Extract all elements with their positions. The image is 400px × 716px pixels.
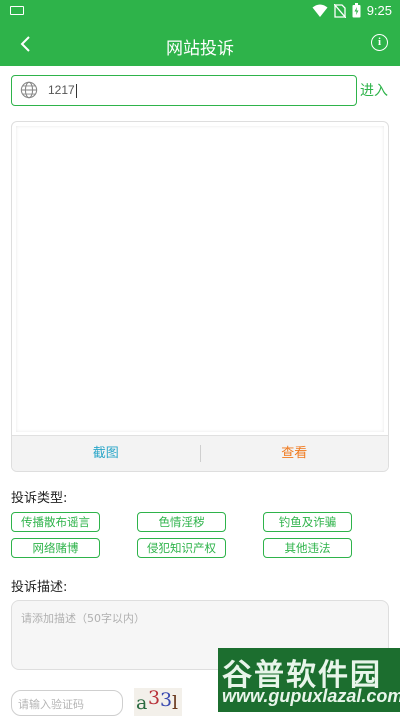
complaint-type-label: 投诉类型: [11, 491, 68, 506]
captcha-char: 3 [148, 688, 161, 709]
battery-icon [352, 3, 361, 18]
type-chip-other[interactable]: 其他违法 [263, 538, 352, 558]
preview-actions: 截图 查看 [12, 435, 388, 471]
type-chip-porn[interactable]: 色情淫秽 [137, 512, 226, 532]
url-value: 1217 [48, 83, 75, 97]
status-icons: 9:25 [312, 3, 392, 18]
complaint-desc-label: 投诉描述: [11, 580, 68, 595]
enter-button[interactable]: 进入 [360, 80, 388, 100]
captcha-input[interactable]: 请输入验证码 [11, 690, 123, 716]
site-watermark: 谷普软件园 www.gupuxlazal.com [218, 648, 400, 712]
watermark-url: www.gupuxlazal.com [222, 686, 400, 706]
text-caret [75, 83, 77, 98]
wifi-icon [312, 4, 328, 17]
view-button[interactable]: 查看 [201, 436, 389, 471]
captcha-placeholder: 请输入验证码 [18, 698, 84, 711]
type-chip-ip-infringement[interactable]: 侵犯知识产权 [137, 538, 226, 558]
keyboard-icon [10, 6, 24, 15]
captcha-char: 3 [160, 689, 173, 711]
page-title: 网站投诉 [166, 39, 234, 59]
status-bar: 9:25 [0, 0, 400, 24]
type-chip-phishing[interactable]: 钓鱼及诈骗 [263, 512, 352, 532]
url-input[interactable]: 1217 [11, 75, 357, 106]
description-placeholder: 请添加描述（50字以内） [21, 612, 145, 625]
info-icon[interactable]: i [371, 34, 388, 51]
app-bar: 网站投诉 i [0, 24, 400, 66]
type-chip-gambling[interactable]: 网络赌博 [11, 538, 100, 558]
url-value-wrap: 1217 [48, 76, 77, 104]
preview-panel: 截图 查看 [11, 121, 389, 472]
globe-icon [20, 81, 38, 99]
screenshot-button[interactable]: 截图 [12, 436, 200, 471]
captcha-char: l [172, 692, 179, 714]
status-time: 9:25 [366, 3, 392, 18]
web-preview-area [16, 126, 384, 432]
captcha-char: a [136, 692, 148, 714]
type-chip-rumor[interactable]: 传播散布谣言 [11, 512, 100, 532]
no-sim-icon [333, 3, 346, 18]
